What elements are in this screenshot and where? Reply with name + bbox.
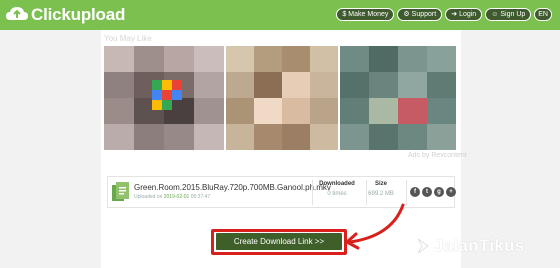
size-column: Size 699.2 MB [355,181,407,197]
watermark-text: JalanTikus [434,236,525,255]
recommended-thumbnail-1[interactable] [104,46,224,150]
pixelated-ad-image [340,46,456,150]
cloud-logo-icon [6,7,28,20]
recommend-heading: You May Like [104,34,152,43]
pixelated-ad-image [104,46,224,150]
recommended-thumbnail-3[interactable] [340,46,456,150]
support-icon: ⚙ [403,11,410,18]
header-nav: $ Make Money ⚙ Support ➜ Login ☺ Sign Up… [336,8,552,21]
file-icon [112,182,129,201]
jalantikus-logo-icon [417,238,429,254]
site-header: Clickupload $ Make Money ⚙ Support ➜ Log… [0,0,560,30]
nav-sign-up[interactable]: ☺ Sign Up [485,8,532,21]
file-name: Green.Room.2015.BluRay.720p.700MB.Ganool… [134,183,331,192]
divider [406,180,407,205]
size-value: 699.2 MB [368,191,394,197]
share-buttons: f t g + [410,187,456,197]
nav-label: Support [411,11,437,18]
nav-login[interactable]: ➜ Login [445,8,483,21]
facebook-share-icon[interactable]: f [410,187,420,197]
login-icon: ➜ [451,11,458,18]
uploaded-date: 2019-02-01 [163,194,190,200]
file-uploaded-info: Uploaded on 2019-02-01 05:37:47 [134,194,210,200]
language-flag-button[interactable]: EN [534,8,552,21]
site-logo[interactable]: Clickupload [5,4,125,26]
signup-icon: ☺ [491,11,499,18]
nav-label: Make Money [348,11,389,18]
size-label: Size [374,181,387,187]
uploaded-prefix: Uploaded on [134,194,164,200]
jalantikus-watermark: JalanTikus [416,235,525,257]
pixelated-ad-image [226,46,338,150]
twitter-share-icon[interactable]: t [422,187,432,197]
flag-label: EN [538,11,548,18]
google-share-icon[interactable]: g [434,187,444,197]
nav-support[interactable]: ⚙ Support [397,8,443,21]
recommended-thumbnail-2[interactable] [226,46,338,150]
nav-label: Sign Up [500,11,526,18]
uploaded-time: 05:37:47 [189,194,211,200]
create-download-link-button[interactable]: Create Download Link >> [216,233,342,250]
file-info-bar: Green.Room.2015.BluRay.720p.700MB.Ganool… [107,176,456,208]
ads-caption: Ads by Revcontent [408,152,467,159]
logo-text: Clickupload [31,5,126,24]
nav-make-money[interactable]: $ Make Money [336,8,395,21]
nav-label: Login [459,11,477,18]
more-share-icon[interactable]: + [446,187,456,197]
money-icon: $ [342,11,347,18]
